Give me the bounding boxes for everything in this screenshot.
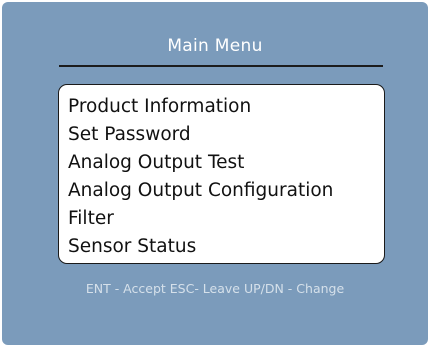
menu-title: Main Menu [167, 36, 263, 56]
title-divider [59, 65, 383, 67]
menu-item-product-information[interactable]: Product Information [68, 93, 384, 121]
menu-list: Product Information Set Password Analog … [58, 84, 385, 264]
menu-item-set-password[interactable]: Set Password [68, 121, 384, 149]
menu-item-analog-output-test[interactable]: Analog Output Test [68, 149, 384, 177]
menu-item-analog-output-configuration[interactable]: Analog Output Configuration [68, 177, 384, 205]
key-help-text: ENT - Accept ESC- Leave UP/DN - Change [85, 281, 345, 296]
menu-item-sensor-status[interactable]: Sensor Status [68, 233, 384, 261]
menu-item-filter[interactable]: Filter [68, 205, 384, 233]
display-screen: Main Menu Product Information Set Passwo… [2, 2, 428, 345]
